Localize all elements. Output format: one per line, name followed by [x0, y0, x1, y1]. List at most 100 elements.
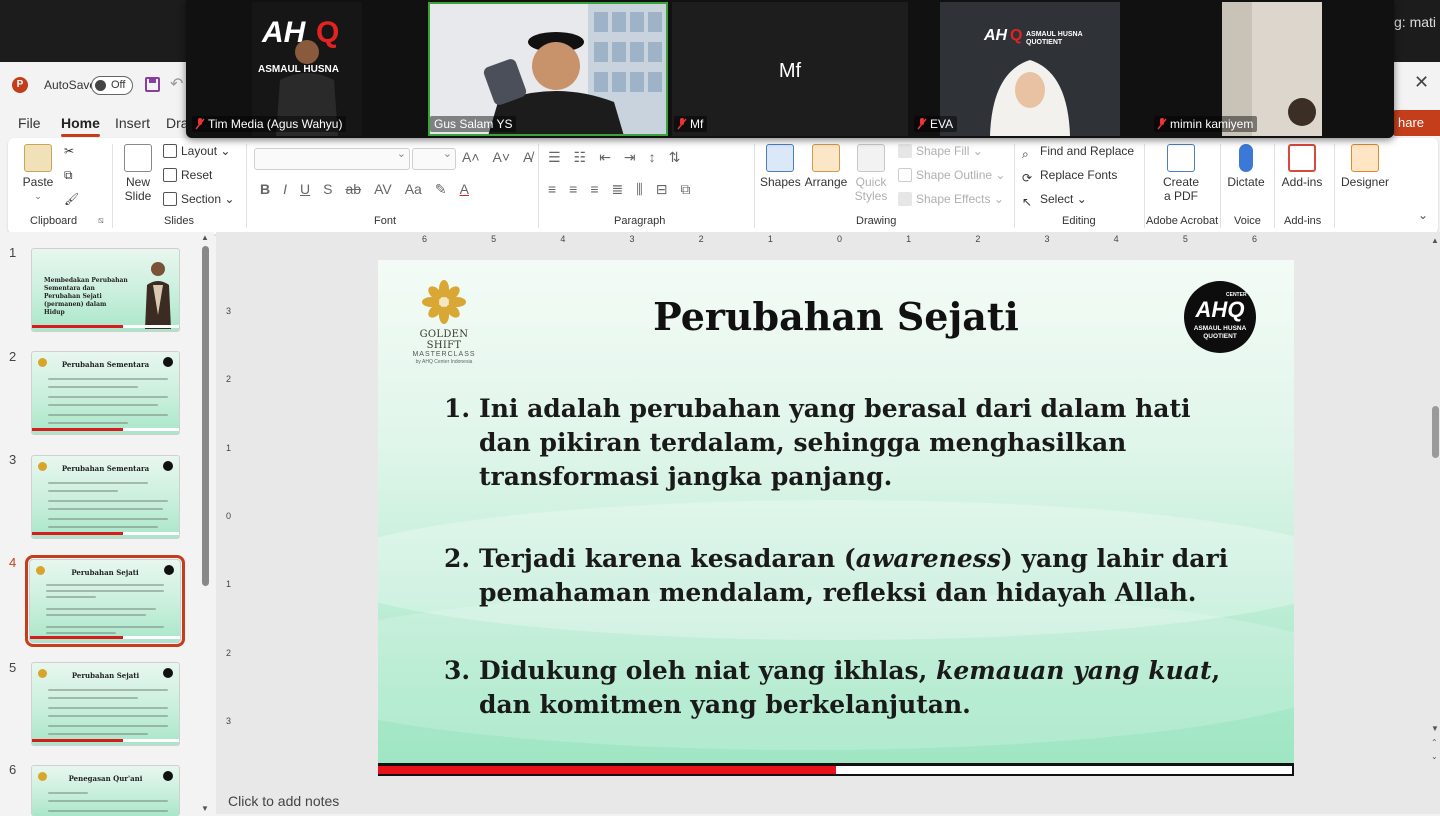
group-editing: Editing	[1062, 215, 1096, 227]
new-slide-label: New Slide	[124, 175, 152, 203]
slide-thumbnail-6[interactable]: Penegasan Qur'ani	[31, 765, 180, 816]
select-button[interactable]: ↖ Select ⌄	[1022, 192, 1087, 209]
paste-button[interactable]: Paste ⌄	[20, 144, 56, 203]
mic-muted-icon	[917, 118, 927, 130]
shape-fill-button[interactable]: Shape Fill ⌄	[898, 144, 983, 158]
align-center-icon[interactable]: ≡	[569, 181, 577, 197]
prev-slide-icon[interactable]: ⌃	[1431, 738, 1438, 747]
font-color-icon[interactable]: A	[460, 181, 469, 197]
align-text-icon[interactable]: ⊟	[656, 181, 668, 198]
mic-muted-icon	[195, 118, 205, 130]
format-painter-icon[interactable]: 🖌	[64, 192, 79, 206]
svg-text:Q: Q	[1010, 27, 1022, 44]
tab-file[interactable]: File	[18, 115, 41, 131]
close-icon[interactable]: ✕	[1414, 72, 1429, 93]
align-left-icon[interactable]: ≡	[548, 181, 556, 197]
ruler-tick-label: 3	[629, 234, 635, 244]
undo-icon[interactable]: ↶	[170, 74, 183, 94]
shape-effects-icon	[898, 192, 912, 206]
slide-title[interactable]: Perubahan Sejati	[378, 294, 1294, 339]
thumbnail-scroll-thumb[interactable]	[202, 246, 209, 586]
edit-scrollbar[interactable]: ▲ ▼ ⌃ ⌄	[1431, 236, 1440, 776]
ruler-tick-label: 3	[226, 716, 232, 726]
justify-icon[interactable]: ≣	[612, 181, 624, 198]
tab-home[interactable]: Home	[61, 115, 100, 137]
line-spacing-icon[interactable]: ↕	[649, 149, 656, 165]
align-right-icon[interactable]: ≡	[590, 181, 598, 197]
layout-button[interactable]: Layout ⌄	[163, 144, 230, 158]
font-name-combo[interactable]	[254, 147, 410, 170]
reset-button[interactable]: Reset	[163, 168, 212, 182]
numbering-icon[interactable]: ☷	[574, 149, 587, 166]
designer-button[interactable]: Designer	[1340, 144, 1390, 189]
smartart-icon[interactable]: ⧉	[680, 181, 690, 198]
group-drawing: Drawing	[856, 215, 897, 227]
svg-text:AH: AH	[983, 27, 1008, 44]
bullets-icon[interactable]: ☰	[548, 149, 561, 166]
section-button[interactable]: Section ⌄	[163, 192, 234, 206]
columns-icon[interactable]: ⫼	[636, 181, 642, 198]
text-direction-icon[interactable]: ⇅	[669, 149, 681, 166]
increase-indent-icon[interactable]: ⇥	[624, 149, 636, 166]
increase-font-icon[interactable]: A˄	[462, 149, 480, 165]
pdf-icon	[1167, 144, 1195, 172]
highlight-icon[interactable]: ✎	[435, 181, 447, 198]
quick-styles-button[interactable]: Quick Styles	[850, 144, 892, 203]
dialog-launcher-icon[interactable]: ⧅	[98, 215, 104, 226]
addins-button[interactable]: Add-ins	[1280, 144, 1324, 189]
emphasis-text: awareness	[855, 544, 1001, 573]
shadow-icon[interactable]: S	[323, 181, 332, 197]
clear-format-icon[interactable]: A̸	[523, 149, 532, 165]
strike-icon[interactable]: ab	[345, 181, 361, 197]
bold-icon[interactable]: B	[260, 181, 270, 197]
slide-thumbnail-2[interactable]: Perubahan Sementara	[31, 351, 180, 435]
scroll-down-icon[interactable]: ▼	[1431, 724, 1439, 733]
group-voice: Voice	[1234, 215, 1261, 227]
italic-icon[interactable]: I	[283, 181, 287, 197]
slide-thumbnail-4[interactable]: Perubahan Sejati	[25, 555, 185, 647]
next-slide-icon[interactable]: ⌄	[1431, 752, 1438, 761]
collapse-ribbon-icon[interactable]: ⌄	[1418, 208, 1428, 222]
select-label: Select	[1040, 192, 1074, 206]
notes-placeholder[interactable]: Click to add notes	[228, 793, 339, 809]
slide-thumbnail-5[interactable]: Perubahan Sejati	[31, 662, 180, 746]
thumb-text-line	[48, 689, 168, 691]
save-icon[interactable]	[145, 77, 160, 92]
create-pdf-button[interactable]: Create a PDF	[1156, 144, 1206, 203]
copy-icon[interactable]: ⧉	[64, 168, 73, 183]
dictate-button[interactable]: Dictate	[1224, 144, 1268, 189]
case-icon[interactable]: Aa	[405, 181, 422, 197]
toggle-knob	[95, 80, 106, 91]
shapes-button[interactable]: Shapes	[760, 144, 801, 189]
underline-icon[interactable]: U	[300, 181, 310, 197]
ahq-logo-icon	[163, 357, 173, 367]
replace-fonts-button[interactable]: ⟳ Replace Fonts	[1022, 168, 1117, 185]
find-replace-button[interactable]: ⌕ Find and Replace	[1022, 144, 1134, 161]
spacing-icon[interactable]: AV	[374, 181, 392, 197]
shape-outline-button[interactable]: Shape Outline ⌄	[898, 168, 1005, 182]
shape-effects-label: Shape Effects	[916, 192, 991, 206]
group-font: Font	[374, 215, 397, 227]
new-slide-button[interactable]: New Slide	[118, 144, 158, 203]
slide-thumbnail-3[interactable]: Perubahan Sementara	[31, 455, 180, 539]
shape-effects-button[interactable]: Shape Effects ⌄	[898, 192, 1004, 206]
scroll-up-icon[interactable]: ▲	[1431, 236, 1439, 245]
decrease-font-icon[interactable]: A˅	[493, 149, 511, 165]
arrange-button[interactable]: Arrange	[804, 144, 848, 189]
separator	[1220, 144, 1221, 228]
autosave-toggle[interactable]: Off	[91, 76, 133, 95]
thumb-text-line	[48, 715, 168, 717]
font-size-combo[interactable]	[412, 147, 456, 170]
thumb-text-line	[48, 526, 158, 528]
scroll-up-icon[interactable]: ▲	[201, 233, 209, 242]
scroll-down-icon[interactable]: ▼	[201, 804, 209, 813]
slide-thumbnail-1[interactable]: Membedakan Perubahan Sementara dan Perub…	[31, 248, 180, 332]
tab-insert[interactable]: Insert	[115, 115, 150, 131]
participant-label-wrap: Mf	[674, 114, 794, 134]
decrease-indent-icon[interactable]: ⇤	[599, 149, 611, 166]
separator	[1014, 144, 1015, 228]
cut-icon[interactable]: ✂	[64, 144, 74, 158]
slide-canvas[interactable]: GOLDEN SHIFT MASTERCLASS by AHQ Center I…	[378, 260, 1294, 776]
edit-scroll-thumb[interactable]	[1432, 406, 1439, 458]
presenter-photo	[141, 255, 175, 329]
